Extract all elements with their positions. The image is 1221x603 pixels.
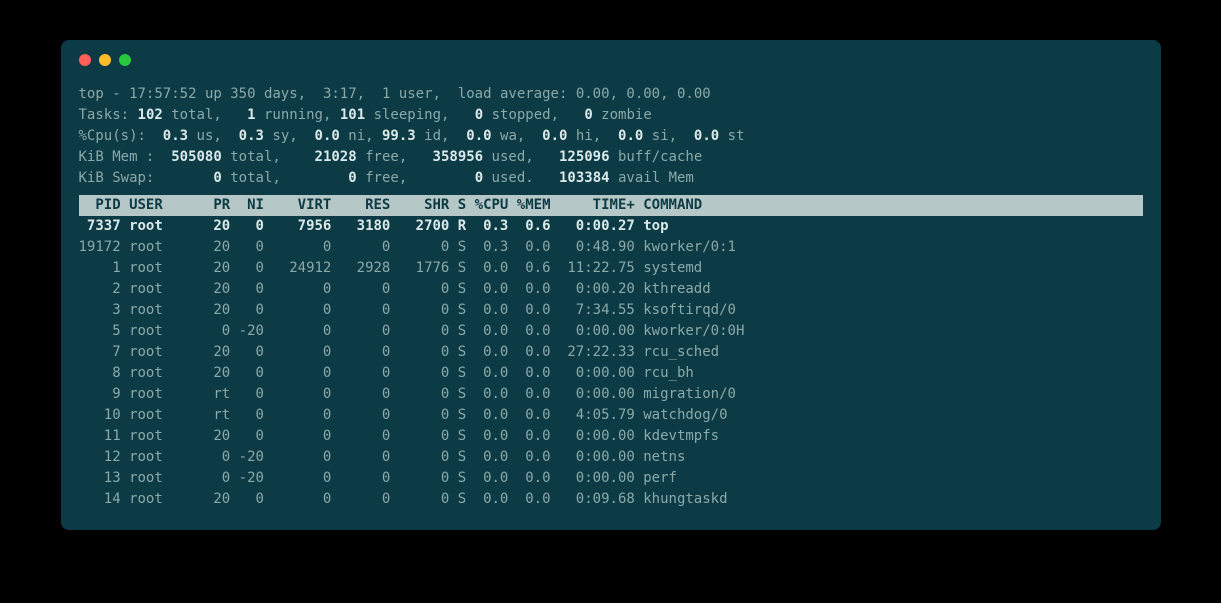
table-row: 19172 root 20 0 0 0 0 S 0.3 0.0 0:48.90 … — [79, 237, 1143, 258]
summary-cpu: %Cpu(s): 0.3 us, 0.3 sy, 0.0 ni, 99.3 id… — [79, 126, 1143, 147]
maximize-icon[interactable] — [119, 54, 131, 66]
table-row: 14 root 20 0 0 0 0 S 0.0 0.0 0:09.68 khu… — [79, 489, 1143, 510]
table-row: 7 root 20 0 0 0 0 S 0.0 0.0 27:22.33 rcu… — [79, 342, 1143, 363]
table-row: 2 root 20 0 0 0 0 S 0.0 0.0 0:00.20 kthr… — [79, 279, 1143, 300]
table-row: 1 root 20 0 24912 2928 1776 S 0.0 0.6 11… — [79, 258, 1143, 279]
table-row: 12 root 0 -20 0 0 0 S 0.0 0.0 0:00.00 ne… — [79, 447, 1143, 468]
table-row: 7337 root 20 0 7956 3180 2700 R 0.3 0.6 … — [79, 216, 1143, 237]
table-row: 10 root rt 0 0 0 0 S 0.0 0.0 4:05.79 wat… — [79, 405, 1143, 426]
summary-uptime: top - 17:57:52 up 350 days, 3:17, 1 user… — [79, 84, 1143, 105]
terminal-window[interactable]: top - 17:57:52 up 350 days, 3:17, 1 user… — [61, 40, 1161, 530]
table-row: 3 root 20 0 0 0 0 S 0.0 0.0 7:34.55 ksof… — [79, 300, 1143, 321]
table-row: 11 root 20 0 0 0 0 S 0.0 0.0 0:00.00 kde… — [79, 426, 1143, 447]
process-table-header: PID USER PR NI VIRT RES SHR S %CPU %MEM … — [79, 195, 1143, 216]
window-titlebar — [79, 54, 1143, 66]
table-row: 8 root 20 0 0 0 0 S 0.0 0.0 0:00.00 rcu_… — [79, 363, 1143, 384]
minimize-icon[interactable] — [99, 54, 111, 66]
table-row: 5 root 0 -20 0 0 0 S 0.0 0.0 0:00.00 kwo… — [79, 321, 1143, 342]
table-row: 13 root 0 -20 0 0 0 S 0.0 0.0 0:00.00 pe… — [79, 468, 1143, 489]
summary-swap: KiB Swap: 0 total, 0 free, 0 used. 10338… — [79, 168, 1143, 189]
table-row: 9 root rt 0 0 0 0 S 0.0 0.0 0:00.00 migr… — [79, 384, 1143, 405]
close-icon[interactable] — [79, 54, 91, 66]
process-table: 7337 root 20 0 7956 3180 2700 R 0.3 0.6 … — [79, 216, 1143, 510]
summary-mem: KiB Mem : 505080 total, 21028 free, 3589… — [79, 147, 1143, 168]
summary-tasks: Tasks: 102 total, 1 running, 101 sleepin… — [79, 105, 1143, 126]
